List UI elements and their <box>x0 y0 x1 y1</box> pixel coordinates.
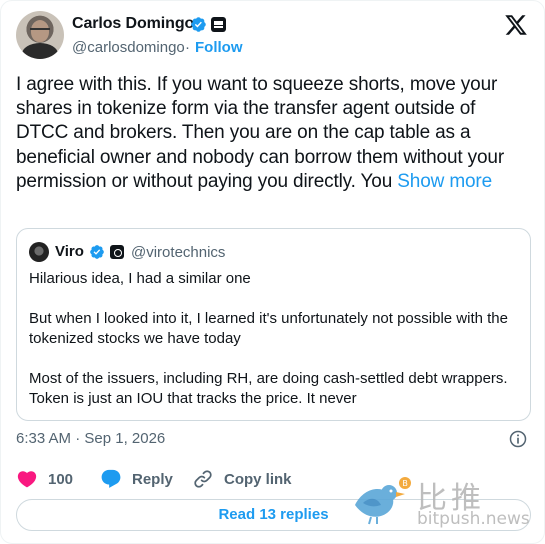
tweet-timestamp[interactable]: 6:33 AM · Sep 1, 2026 <box>16 430 165 447</box>
quoted-tweet[interactable]: Viro @virotechnics Hilarious idea, I had… <box>16 228 531 421</box>
like-count: 100 <box>48 470 74 488</box>
read-replies-button[interactable]: Read 13 replies <box>16 499 531 531</box>
quoted-tweet-text: Hilarious idea, I had a similar one But … <box>29 269 519 409</box>
reply-bubble-icon <box>101 469 121 488</box>
affiliate-badge-icon <box>211 17 226 32</box>
verified-badge-icon <box>90 245 104 259</box>
tweet-text: I agree with this. If you want to squeez… <box>16 73 531 194</box>
affiliate-badge-icon <box>110 245 124 259</box>
separator-dot: · <box>185 39 190 56</box>
tweet-card: Carlos Domingo @carlosdomingo · Follow I… <box>0 0 545 544</box>
link-icon <box>194 470 212 488</box>
x-logo-icon[interactable] <box>504 13 528 37</box>
reply-label: Reply <box>132 470 173 488</box>
copy-link-button[interactable]: Copy link <box>192 468 292 490</box>
quoted-author-handle: @virotechnics <box>131 244 226 261</box>
author-handle[interactable]: @carlosdomingo <box>72 39 185 56</box>
reply-button[interactable]: Reply <box>100 468 173 490</box>
quoted-author-name: Viro <box>55 243 84 260</box>
show-more-link[interactable]: Show more <box>397 171 492 192</box>
like-button[interactable]: 100 <box>16 468 73 490</box>
verified-badge-icon <box>191 17 206 32</box>
quoted-line: But when I looked into it, I learned it'… <box>29 310 508 347</box>
quoted-line: Hilarious idea, I had a similar one <box>29 270 251 287</box>
copy-link-label: Copy link <box>224 470 292 488</box>
quoted-author-avatar <box>29 242 49 262</box>
author-name[interactable]: Carlos Domingo <box>72 15 194 33</box>
author-avatar[interactable] <box>16 11 64 59</box>
quoted-line: Most of the issuers, including RH, are d… <box>29 370 508 407</box>
heart-icon <box>17 471 37 488</box>
follow-button[interactable]: Follow <box>195 39 243 56</box>
action-bar: 100 Reply Copy link <box>16 468 531 492</box>
info-icon[interactable] <box>508 429 528 449</box>
